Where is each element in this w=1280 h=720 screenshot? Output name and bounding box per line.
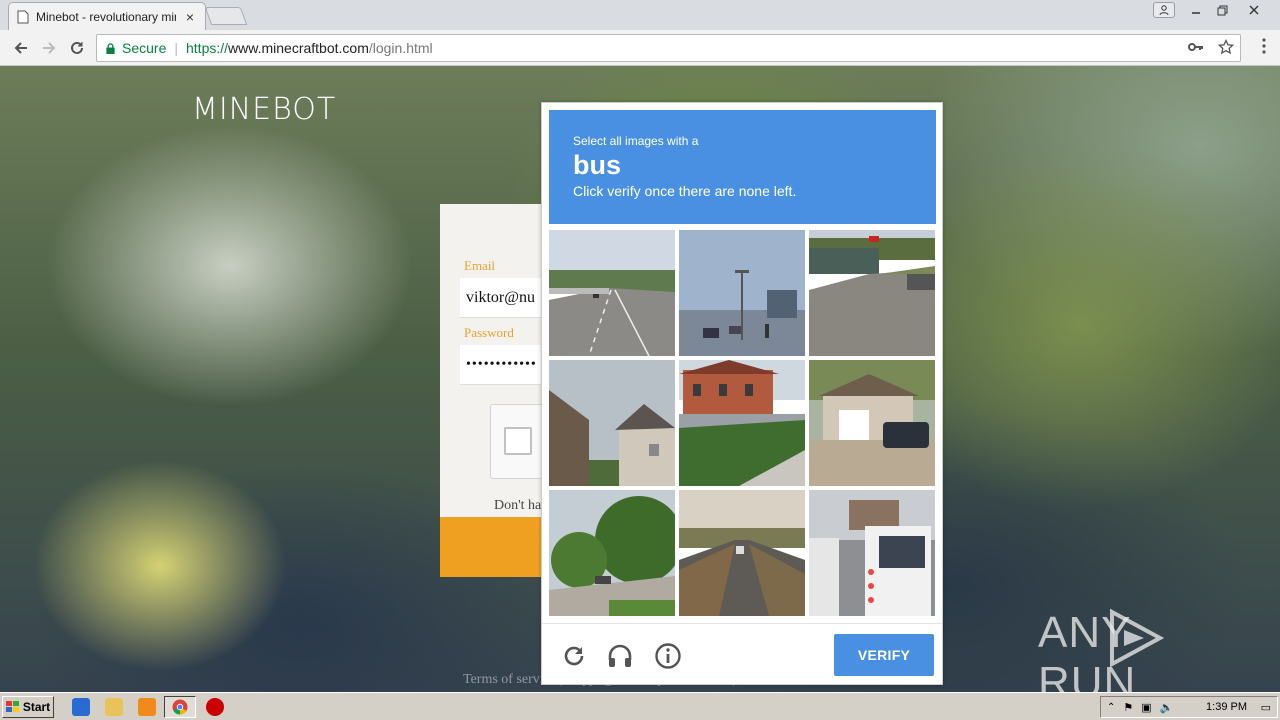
windows-logo-icon — [5, 701, 19, 712]
verify-button[interactable]: VERIFY — [834, 634, 934, 676]
show-desktop-icon[interactable]: ▭ — [1261, 701, 1271, 714]
site-logo[interactable]: MINEBOT — [192, 92, 336, 127]
challenge-header: Select all images with a bus Click verif… — [549, 110, 936, 224]
clock: 1:39 PM — [1206, 701, 1247, 713]
challenge-tile-5[interactable] — [679, 360, 805, 486]
houses-image — [549, 360, 675, 486]
system-tray: ⌃ ⚑ ▣ 🔈 1:39 PM ▭ — [1100, 696, 1278, 718]
challenge-image-grid — [549, 230, 936, 617]
password-label: Password — [464, 325, 514, 340]
challenge-tile-6[interactable] — [809, 360, 935, 486]
traffic-road-image — [679, 230, 805, 356]
country-road-image — [679, 490, 805, 616]
reload-challenge-icon[interactable] — [560, 642, 588, 670]
street-fence-image — [809, 230, 935, 356]
star-icon[interactable] — [1218, 39, 1234, 55]
page-icon — [17, 10, 29, 23]
volume-icon[interactable]: 🔈 — [1160, 701, 1174, 714]
key-icon[interactable] — [1188, 39, 1204, 55]
email-label: Email — [464, 258, 496, 273]
forward-icon[interactable] — [38, 37, 60, 59]
close-window-button[interactable] — [1242, 0, 1266, 20]
challenge-subinstruction: Click verify once there are none left. — [573, 183, 797, 199]
omnibox-separator: | — [174, 40, 178, 56]
flag-icon[interactable]: ⚑ — [1123, 701, 1133, 714]
challenge-instruction: Select all images with a — [573, 134, 699, 148]
network-icon[interactable]: ▣ — [1141, 701, 1151, 714]
house-car-image — [809, 360, 935, 486]
lock-icon — [106, 42, 115, 54]
chrome-taskbar-button[interactable] — [164, 696, 196, 718]
recaptcha-checkbox[interactable] — [504, 427, 532, 455]
anyrun-watermark: ANY RUN — [1038, 608, 1280, 692]
profile-icon[interactable] — [1152, 0, 1176, 20]
challenge-footer: VERIFY — [542, 623, 942, 685]
info-icon[interactable] — [654, 642, 682, 670]
challenge-tile-2[interactable] — [679, 230, 805, 356]
challenge-tile-8[interactable] — [679, 490, 805, 616]
menu-icon[interactable] — [1262, 38, 1266, 59]
challenge-tile-7[interactable] — [549, 490, 675, 616]
os-taskbar: Start ⌃ ⚑ ▣ 🔈 1:39 PM ▭ — [0, 692, 1280, 720]
browser-tabstrip: Minebot - revolutionary mine × — [0, 0, 1280, 30]
tab-close-icon[interactable]: × — [183, 9, 197, 25]
back-icon[interactable] — [10, 37, 32, 59]
start-button[interactable]: Start — [2, 696, 54, 718]
browser-toolbar: Secure | https:// www.minecraftbot.com /… — [0, 30, 1280, 66]
url-path: /login.html — [368, 40, 433, 56]
audio-challenge-icon[interactable] — [606, 642, 634, 670]
reload-icon[interactable] — [66, 37, 88, 59]
building-parking-image — [679, 360, 805, 486]
tray-expand-icon[interactable]: ⌃ — [1107, 702, 1115, 713]
explorer-icon[interactable] — [105, 698, 123, 716]
secure-label: Secure — [122, 40, 167, 56]
url-host: www.minecraftbot.com — [228, 40, 369, 56]
url-scheme: https:// — [186, 40, 229, 56]
captcha-challenge-dialog: Select all images with a bus Click verif… — [541, 102, 943, 685]
start-label: Start — [22, 700, 51, 714]
play-logo-icon — [1110, 608, 1164, 668]
browser-tab[interactable]: Minebot - revolutionary mine × — [8, 2, 206, 30]
challenge-tile-3[interactable] — [809, 230, 935, 356]
challenge-target-word: bus — [573, 150, 622, 180]
challenge-tile-4[interactable] — [549, 360, 675, 486]
challenge-tile-1[interactable] — [549, 230, 675, 356]
ie-icon[interactable] — [72, 698, 90, 716]
new-tab-button[interactable] — [204, 7, 248, 25]
minimize-button[interactable] — [1184, 0, 1208, 20]
restore-button[interactable] — [1210, 0, 1234, 20]
security-app-icon[interactable] — [206, 698, 224, 716]
chrome-icon — [172, 699, 188, 715]
trees-road-image — [549, 490, 675, 616]
challenge-tile-9[interactable] — [809, 490, 935, 616]
signup-text[interactable]: Don't ha — [494, 498, 541, 514]
address-bar[interactable]: Secure | https:// www.minecraftbot.com /… — [96, 34, 1241, 62]
bus-street-image — [809, 490, 935, 616]
highway-image — [549, 230, 675, 356]
media-player-icon[interactable] — [138, 698, 156, 716]
tab-title: Minebot - revolutionary mine — [36, 9, 176, 24]
